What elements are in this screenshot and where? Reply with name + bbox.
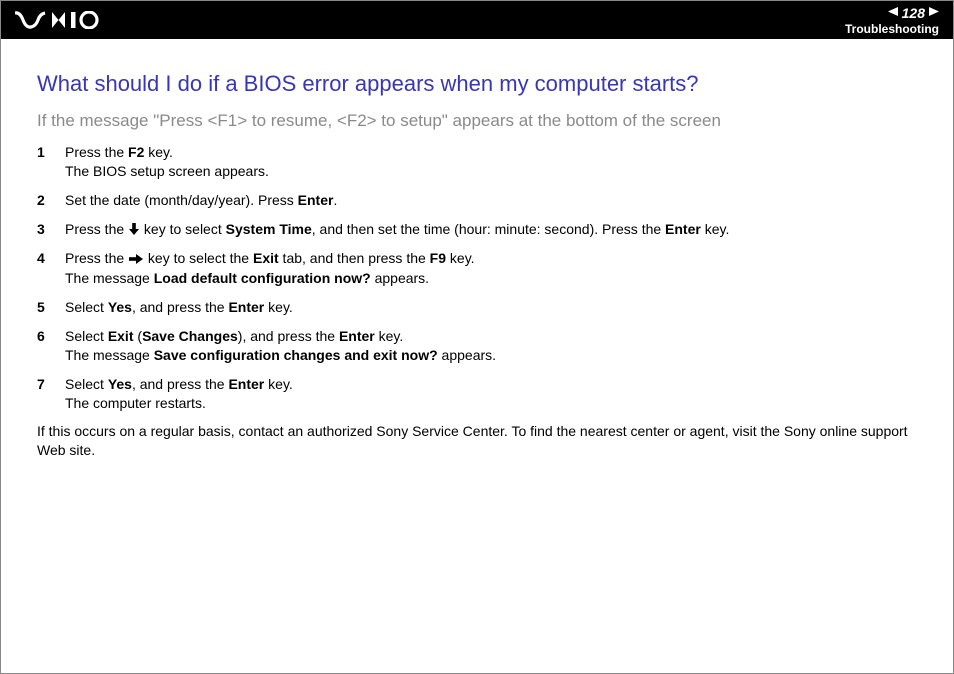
step-text: Select Yes, and press the Enter key.The …	[65, 375, 917, 413]
bold-text: Save Changes	[142, 328, 238, 344]
bold-text: F9	[430, 250, 446, 266]
step-item: 1Press the F2 key.The BIOS setup screen …	[37, 143, 917, 181]
step-item: 3Press the key to select System Time, an…	[37, 220, 917, 240]
step-item: 6Select Exit (Save Changes), and press t…	[37, 327, 917, 365]
bold-text: Enter	[665, 221, 701, 237]
page-content: What should I do if a BIOS error appears…	[1, 39, 953, 460]
next-page-arrow-icon[interactable]	[929, 7, 939, 19]
bold-text: Exit	[253, 250, 279, 266]
right-arrow-icon	[129, 250, 143, 269]
section-label: Troubleshooting	[845, 22, 939, 36]
bold-text: Yes	[108, 376, 132, 392]
step-number: 6	[37, 327, 65, 346]
page-title: What should I do if a BIOS error appears…	[37, 71, 917, 97]
step-text: Press the F2 key.The BIOS setup screen a…	[65, 143, 917, 181]
step-number: 5	[37, 298, 65, 317]
bold-text: Enter	[339, 328, 375, 344]
step-number: 1	[37, 143, 65, 162]
bold-text: Enter	[298, 192, 334, 208]
page-subtitle: If the message "Press <F1> to resume, <F…	[37, 111, 917, 131]
step-item: 5Select Yes, and press the Enter key.	[37, 298, 917, 317]
bold-text: Enter	[228, 376, 264, 392]
bold-text: Load default configuration now?	[154, 270, 371, 286]
vaio-logo	[15, 11, 99, 29]
page-navigation: 128 Troubleshooting	[845, 5, 939, 36]
prev-page-arrow-icon[interactable]	[888, 7, 898, 19]
bold-text: Exit	[108, 328, 134, 344]
footer-paragraph: If this occurs on a regular basis, conta…	[37, 422, 917, 460]
step-number: 3	[37, 220, 65, 239]
step-item: 7Select Yes, and press the Enter key.The…	[37, 375, 917, 413]
step-list: 1Press the F2 key.The BIOS setup screen …	[37, 143, 917, 412]
step-number: 2	[37, 191, 65, 210]
step-item: 4Press the key to select the Exit tab, a…	[37, 249, 917, 288]
step-text: Press the key to select the Exit tab, an…	[65, 249, 917, 288]
step-text: Select Exit (Save Changes), and press th…	[65, 327, 917, 365]
step-text: Press the key to select System Time, and…	[65, 220, 917, 240]
page-number: 128	[902, 5, 925, 21]
step-text: Set the date (month/day/year). Press Ent…	[65, 191, 917, 210]
step-text: Select Yes, and press the Enter key.	[65, 298, 917, 317]
step-number: 7	[37, 375, 65, 394]
bold-text: F2	[128, 144, 144, 160]
step-number: 4	[37, 249, 65, 268]
header-bar: 128 Troubleshooting	[1, 1, 953, 39]
bold-text: Yes	[108, 299, 132, 315]
bold-text: Enter	[228, 299, 264, 315]
bold-text: Save configuration changes and exit now?	[154, 347, 438, 363]
bold-text: System Time	[226, 221, 312, 237]
down-arrow-icon	[129, 221, 139, 240]
step-item: 2Set the date (month/day/year). Press En…	[37, 191, 917, 210]
